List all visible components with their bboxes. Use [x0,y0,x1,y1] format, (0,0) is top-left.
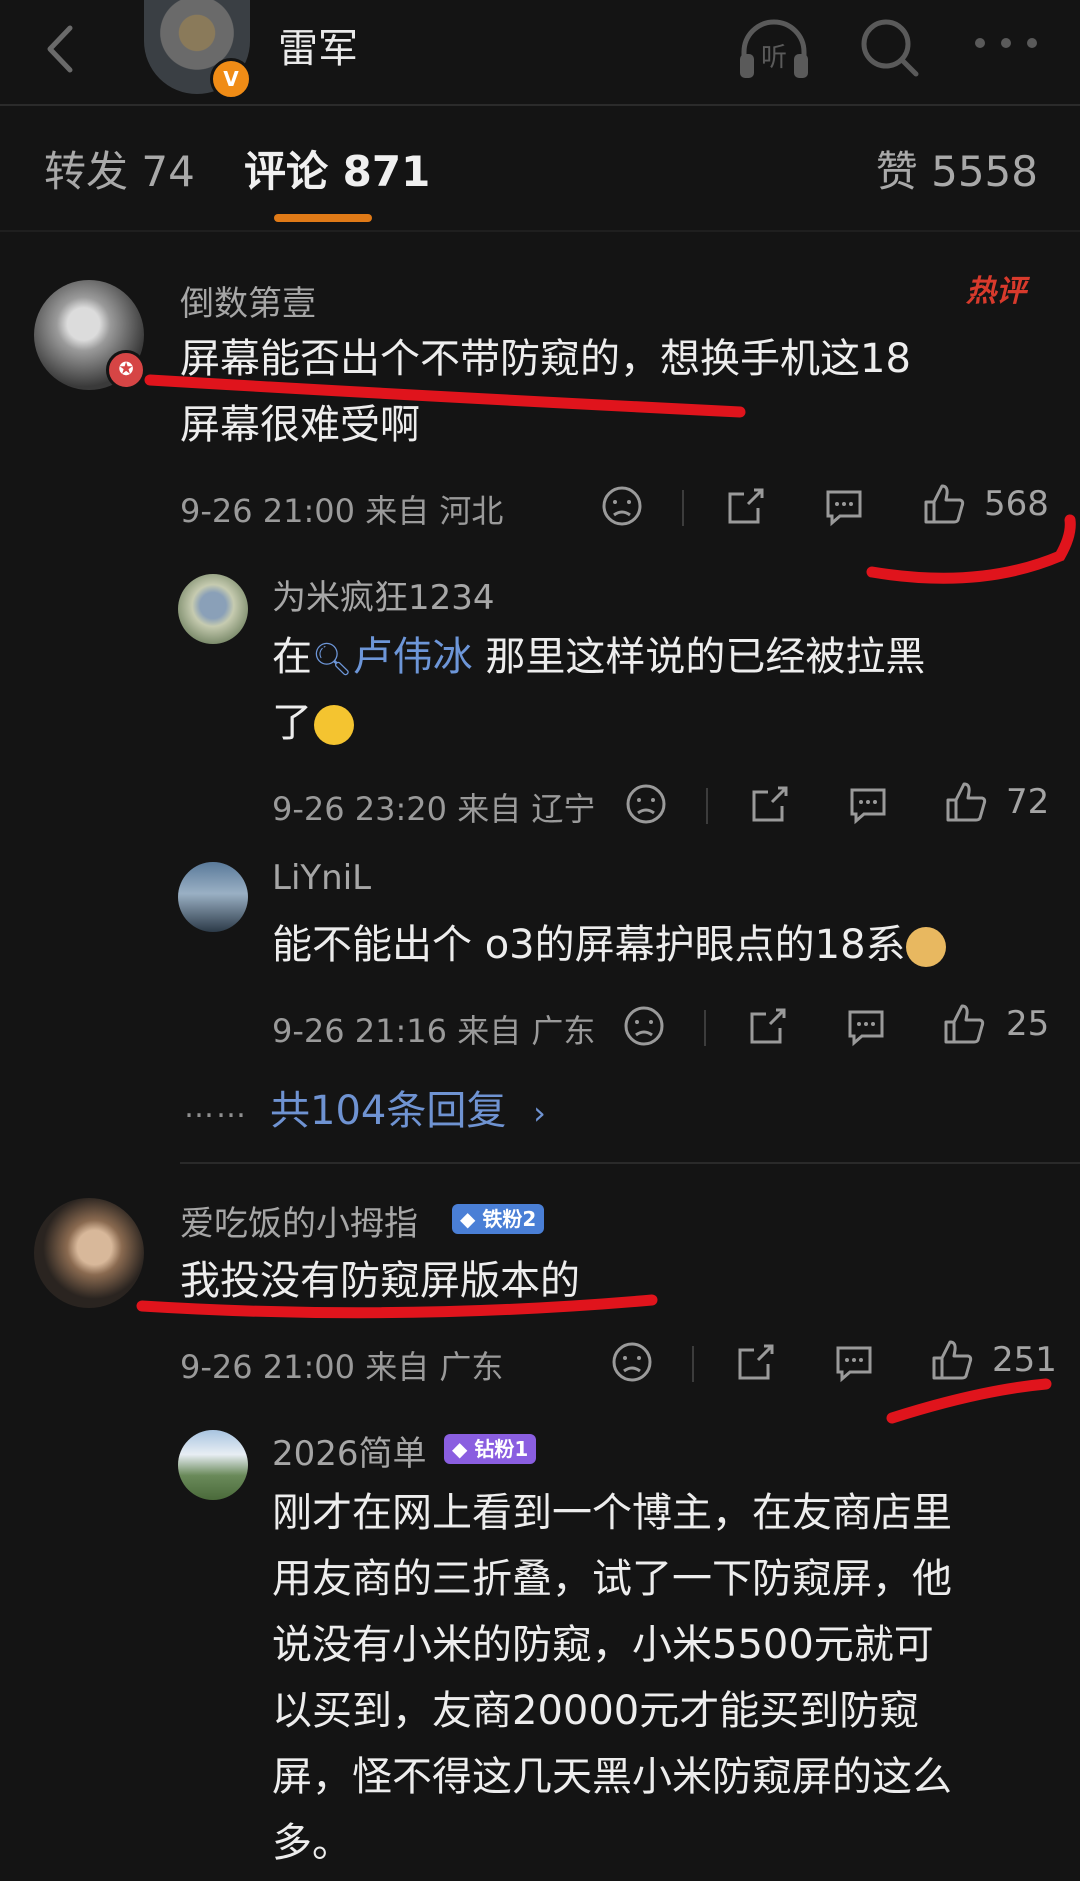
red-annotation-overlay [136,374,1076,1424]
red-underline-mark [144,374,746,418]
red-hook-mark [866,514,1076,584]
red-underline-mark [886,1378,1052,1424]
red-underline-mark [136,1294,658,1319]
